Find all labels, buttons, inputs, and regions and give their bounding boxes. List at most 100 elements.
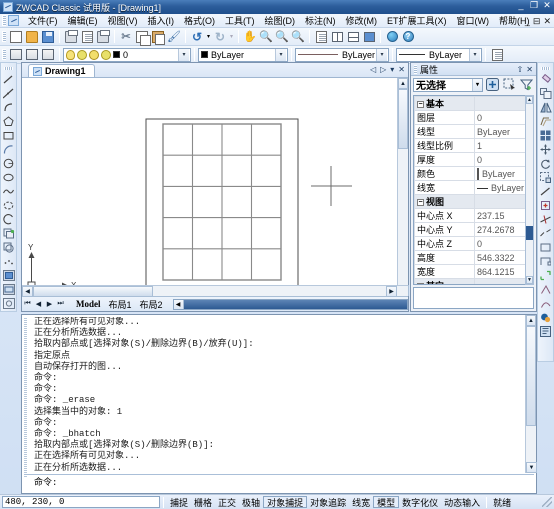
layer-properties-icon[interactable] [8, 47, 24, 63]
on-off-bulb-icon[interactable] [66, 49, 75, 60]
pan-icon[interactable]: ✋ [242, 29, 258, 45]
layout-last-button[interactable]: ⏭ [55, 299, 66, 310]
selection-combo[interactable]: 无选择 ▾ [413, 77, 483, 92]
color-combo-arrow[interactable]: ▾ [275, 48, 286, 61]
menu-modify[interactable]: 修改(M) [341, 13, 383, 28]
prop-value-linetype[interactable]: ByLayer [474, 124, 526, 139]
lineweight-combo[interactable]: ByLayer ▾ [396, 47, 482, 62]
ellipse-icon[interactable] [1, 170, 16, 184]
menu-window[interactable]: 窗口(W) [452, 13, 495, 28]
tab-layout2[interactable]: 布局2 [136, 298, 167, 311]
plot-style-button[interactable] [489, 47, 505, 63]
prop-value-center-y[interactable]: 274.2678 [474, 222, 526, 237]
status-otrack[interactable]: 对象追踪 [307, 496, 349, 508]
polygon-icon[interactable] [1, 114, 16, 128]
paste-icon[interactable] [150, 29, 166, 45]
prop-value-width[interactable]: 864.1215 [474, 264, 526, 279]
properties-scroll-up[interactable]: ▲ [526, 96, 533, 104]
prop-value-center-x[interactable]: 237.15 [474, 208, 526, 223]
collapse-icon[interactable]: − [417, 101, 424, 109]
join-icon[interactable] [538, 254, 553, 268]
status-snap[interactable]: 捕捉 [167, 496, 191, 508]
break-icon[interactable] [538, 226, 553, 240]
save-file-icon[interactable] [40, 29, 56, 45]
extend-icon[interactable] [538, 212, 553, 226]
prop-value-lineweight[interactable]: ByLayer [474, 180, 526, 195]
status-lineweight[interactable]: 线宽 [349, 496, 373, 508]
design-center-icon[interactable] [329, 29, 345, 45]
properties-scrollbar[interactable]: ▲ ▼ [525, 95, 534, 285]
property-row[interactable]: 厚度 0 [414, 152, 526, 167]
resize-grip-icon[interactable] [542, 497, 552, 507]
layout-first-button[interactable]: ⏮ [22, 299, 33, 310]
copy-icon[interactable] [134, 29, 151, 46]
properties-grid[interactable]: − 基本 图层 0 线型 ByLayer 线型比例 1 厚度 0 颜色 ByLa… [413, 95, 527, 285]
property-row[interactable]: 线型 ByLayer [414, 124, 526, 139]
status-osnap[interactable]: 对象捕捉 [263, 496, 308, 508]
menu-tools[interactable]: 工具(T) [220, 13, 260, 28]
copy-object-icon[interactable] [538, 86, 553, 100]
menu-insert[interactable]: 插入(I) [143, 13, 180, 28]
polyline-icon[interactable] [1, 100, 16, 114]
linetype-combo[interactable]: ByLayer ▾ [295, 47, 389, 62]
menu-view[interactable]: 视图(V) [103, 13, 143, 28]
layer-toolbar-grip[interactable] [2, 49, 6, 60]
layout-scroll-left[interactable]: ◀ [173, 299, 184, 309]
menu-edit[interactable]: 编辑(E) [63, 13, 103, 28]
auto-hide-pin-icon[interactable]: ⇧ [517, 65, 524, 74]
prop-value-height[interactable]: 546.3322 [474, 250, 526, 265]
minimize-button[interactable]: _ [516, 1, 526, 10]
menu-express-tools[interactable]: ET扩展工具(X) [382, 13, 452, 28]
properties-scroll-down[interactable]: ▼ [526, 276, 533, 284]
menu-draw[interactable]: 绘图(D) [260, 13, 301, 28]
print-preview-icon[interactable] [79, 29, 95, 45]
property-row[interactable]: 高度 546.3322 [414, 250, 526, 265]
scale-icon[interactable] [538, 170, 553, 184]
rectangle-icon[interactable] [1, 128, 16, 142]
menu-dimension[interactable]: 标注(N) [300, 13, 341, 28]
tab-layout1[interactable]: 布局1 [105, 298, 136, 311]
modify-toolbar-grip[interactable] [541, 67, 550, 70]
explode-icon[interactable] [538, 296, 553, 310]
move-icon[interactable] [538, 142, 553, 156]
property-row[interactable]: 线宽 ByLayer [414, 180, 526, 195]
property-row[interactable]: 宽度 864.1215 [414, 264, 526, 279]
layout-next-button[interactable]: ▶ [44, 299, 55, 310]
layer-combo-arrow[interactable]: ▾ [178, 48, 189, 61]
status-grid[interactable]: 栅格 [191, 496, 215, 508]
command-scroll-up[interactable]: ▲ [526, 315, 536, 326]
application-icon[interactable] [8, 15, 19, 26]
prop-value-color[interactable]: ByLayer [474, 166, 526, 181]
gradient-icon[interactable] [1, 282, 16, 296]
status-model[interactable]: 模型 [373, 496, 400, 508]
property-row[interactable]: 线型比例 1 [414, 138, 526, 153]
ellipse-arc-icon[interactable] [1, 198, 16, 212]
arc2-icon[interactable] [1, 212, 16, 226]
layout-prev-button[interactable]: ◀ [33, 299, 44, 310]
lineweight-combo-arrow[interactable]: ▾ [469, 48, 480, 61]
tab-list-icon[interactable]: ▾ [390, 65, 394, 74]
drawing-canvas[interactable]: Y X [22, 78, 408, 296]
properties-icon[interactable] [313, 29, 329, 45]
zoom-previous-icon[interactable]: 🔍 [290, 29, 306, 45]
selection-combo-arrow[interactable]: ▾ [472, 78, 482, 91]
mirror-icon[interactable] [538, 100, 553, 114]
command-input[interactable]: 命令: [34, 477, 522, 490]
status-polar[interactable]: 极轴 [239, 496, 263, 508]
property-group-header[interactable]: − 视图 [414, 194, 526, 209]
tab-next-icon[interactable]: ▷ [380, 65, 386, 74]
line-icon[interactable] [1, 72, 16, 86]
tab-model[interactable]: Model [72, 299, 105, 309]
erase-icon[interactable] [538, 72, 553, 86]
construction-line-icon[interactable] [1, 86, 16, 100]
select-objects-icon[interactable] [502, 77, 517, 92]
linetype-combo-arrow[interactable]: ▾ [376, 48, 387, 61]
chamfer-icon[interactable] [538, 268, 553, 282]
property-row[interactable]: 图层 0 [414, 110, 526, 125]
hatch-icon[interactable] [1, 268, 16, 282]
layout-scroll-thumb[interactable] [183, 299, 407, 309]
stretch-icon[interactable] [538, 184, 553, 198]
table-icon[interactable] [361, 29, 377, 45]
region-icon[interactable] [1, 296, 16, 310]
match-properties-icon[interactable]: 🖌 [166, 29, 182, 45]
